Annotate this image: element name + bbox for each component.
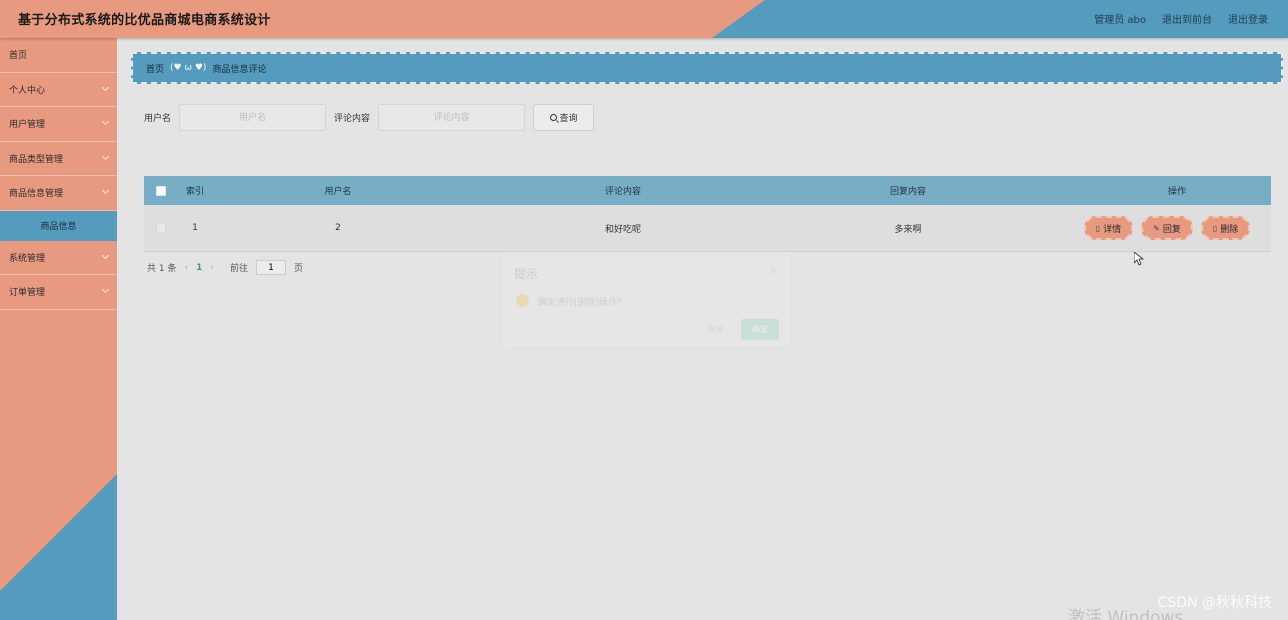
breadcrumb-separator: (♥ ω ♥) (170, 63, 207, 73)
breadcrumb: 首页 (♥ ω ♥) 商品信息评论 (131, 52, 1283, 84)
csdn-watermark: CSDN @秋秋科技 (1157, 595, 1272, 611)
sidebar-item-order-management[interactable]: 订单管理 (0, 275, 117, 310)
sidebar-item-system-management[interactable]: 系统管理 (0, 241, 117, 275)
query-button-label: 查询 (559, 114, 578, 124)
chevron-down-icon (101, 117, 110, 126)
confirm-dialog: 提示 ✕ 确定进行[删除]操作? 取消 确定 (503, 255, 789, 347)
row-actions: ▯ 详情 ✎ 回复 ▯ 删除 (1033, 216, 1271, 240)
column-header-index: 索引 (185, 187, 204, 197)
column-header-reply: 回复内容 (889, 187, 926, 197)
username-input[interactable] (179, 104, 327, 131)
mouse-cursor-icon (1134, 252, 1144, 266)
sidebar-item-user-management[interactable]: 用户管理 (0, 107, 117, 142)
detail-button[interactable]: ▯ 详情 (1083, 216, 1134, 240)
query-button[interactable]: 查询 (533, 104, 595, 131)
dialog-message: 确定进行[删除]操作? (538, 298, 622, 308)
cell-comment: 和好吃呢 (604, 224, 641, 235)
table-row: 1 2 和好吃呢 多来啊 ▯ 详情 ✎ 回复 ▯ 删除 (144, 205, 1271, 252)
chevron-down-icon (101, 83, 110, 91)
delete-button-label: 删除 (1220, 224, 1239, 235)
breadcrumb-current: 商品信息评论 (212, 64, 267, 75)
dialog-cancel-button[interactable]: 取消 (697, 319, 733, 340)
search-form: 用户名 评论内容 查询 (144, 104, 595, 131)
app-title: 基于分布式系统的比优品商城电商系统设计 (18, 13, 271, 28)
sidebar-item-label: 订单管理 (9, 288, 46, 299)
cell-reply: 多来啊 (894, 224, 922, 235)
reply-button[interactable]: ✎ 回复 (1141, 216, 1193, 240)
goto-prefix: 前往 (229, 264, 248, 274)
chevron-down-icon (101, 251, 110, 259)
row-checkbox[interactable] (155, 223, 166, 233)
top-header: 基于分布式系统的比优品商城电商系统设计 管理员 abo 退出到前台 退出登录 (0, 0, 1288, 38)
pagination: 共 1 条 ‹ 1 › 前往 页 (147, 260, 303, 275)
sidebar-item-label: 用户管理 (9, 120, 46, 131)
pagination-total: 共 1 条 (147, 264, 177, 274)
sidebar: 首页 个人中心 用户管理 商品类型管理 商品信息管理 商品信息 系统管理 订单管… (0, 38, 117, 620)
cell-username: 2 (335, 223, 341, 233)
dialog-confirm-button[interactable]: 确定 (741, 319, 779, 340)
column-header-ops: 操作 (1167, 187, 1186, 197)
delete-button[interactable]: ▯ 删除 (1200, 216, 1251, 240)
goto-suffix: 页 (293, 264, 303, 274)
sidebar-item-personal-center[interactable]: 个人中心 (0, 73, 117, 107)
comments-table: 索引 用户名 评论内容 回复内容 操作 1 2 和好吃呢 多来啊 ▯ 详情 ✎ … (144, 176, 1271, 252)
chevron-down-icon (101, 152, 110, 160)
edit-icon: ✎ (1153, 223, 1160, 233)
cell-index: 1 (192, 223, 198, 233)
username-label: 用户名 (144, 114, 172, 124)
search-icon (549, 114, 557, 121)
column-header-username: 用户名 (324, 187, 352, 197)
sidebar-item-label: 系统管理 (9, 253, 46, 264)
detail-button-label: 详情 (1103, 224, 1122, 235)
next-page-icon[interactable]: › (210, 263, 214, 273)
dialog-title: 提示 (514, 267, 539, 281)
table-header: 索引 用户名 评论内容 回复内容 操作 (144, 176, 1271, 205)
document-icon: ▯ (1095, 223, 1101, 233)
sidebar-item-product-type-management[interactable]: 商品类型管理 (0, 142, 117, 176)
reply-button-label: 回复 (1162, 224, 1181, 235)
breadcrumb-home[interactable]: 首页 (146, 62, 164, 75)
select-all-checkbox[interactable] (155, 185, 166, 196)
close-icon[interactable]: ✕ (769, 267, 777, 277)
prev-page-icon[interactable]: ‹ (184, 263, 188, 273)
trash-icon: ▯ (1212, 223, 1218, 233)
sidebar-item-label: 个人中心 (9, 85, 46, 96)
chevron-down-icon (101, 285, 110, 294)
chevron-down-icon (101, 186, 110, 195)
admin-user-label: 管理员 abo (1094, 15, 1146, 26)
sidebar-subitem-product-info[interactable]: 商品信息 (0, 210, 117, 241)
comment-input[interactable] (378, 104, 526, 131)
sidebar-item-label: 首页 (9, 51, 28, 62)
sidebar-item-label: 商品类型管理 (9, 154, 64, 165)
page-number-current[interactable]: 1 (196, 263, 202, 273)
column-header-comment: 评论内容 (604, 187, 641, 197)
sidebar-item-label: 商品信息管理 (9, 189, 64, 200)
back-to-front-link[interactable]: 退出到前台 (1162, 11, 1212, 26)
header-actions: 管理员 abo 退出到前台 退出登录 (1094, 11, 1268, 26)
warning-icon (516, 294, 529, 307)
sidebar-menu: 首页 个人中心 用户管理 商品类型管理 商品信息管理 商品信息 系统管理 订单管… (0, 38, 117, 310)
sidebar-item-home[interactable]: 首页 (0, 38, 117, 73)
sidebar-item-product-info-management[interactable]: 商品信息管理 (0, 176, 117, 211)
logout-link[interactable]: 退出登录 (1228, 11, 1268, 26)
comment-label: 评论内容 (334, 114, 371, 124)
goto-page-input[interactable] (255, 260, 286, 275)
